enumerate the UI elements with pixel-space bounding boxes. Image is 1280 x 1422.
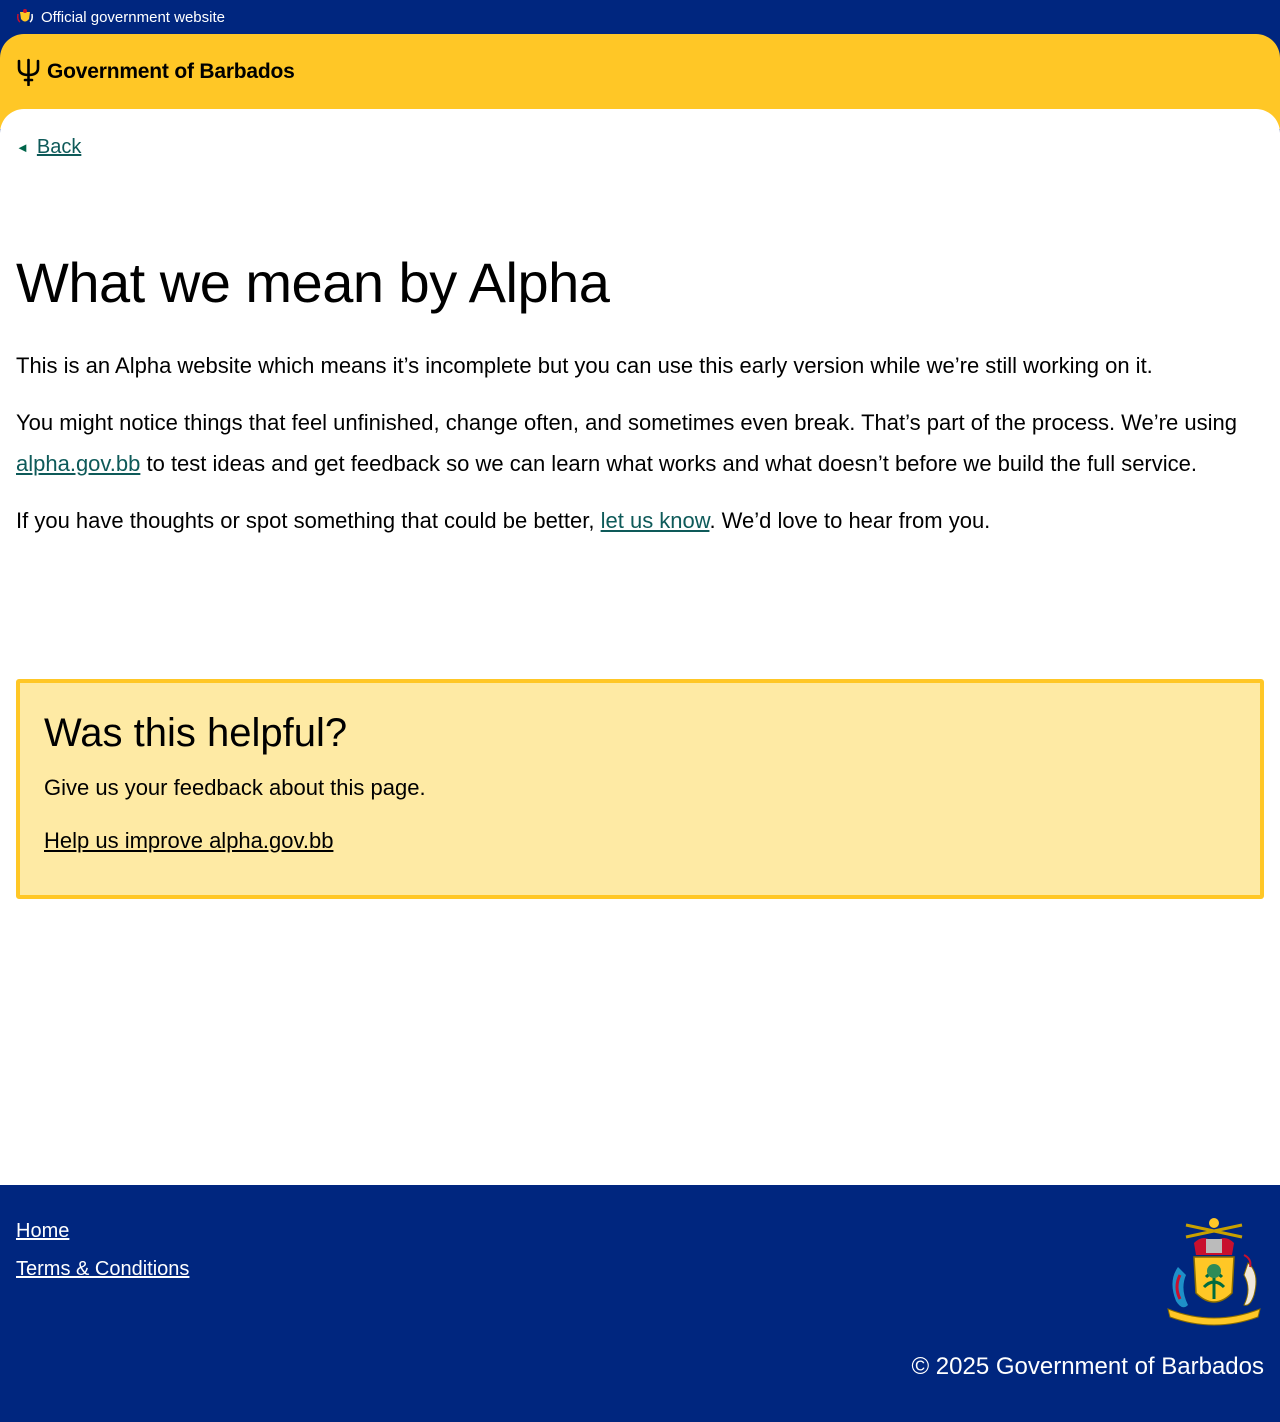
- arrow-left-icon: ◄: [16, 140, 29, 155]
- brand-name: Government of Barbados: [47, 60, 295, 83]
- page-title: What we mean by Alpha: [16, 251, 610, 314]
- feedback-title: Was this helpful?: [44, 711, 348, 755]
- alpha-link[interactable]: alpha.gov.bb: [16, 451, 140, 476]
- main-content: ◄ Back What we mean by Alpha This is an …: [0, 109, 1280, 1185]
- paragraph-process-text-1: You might notice things that feel unfini…: [16, 410, 1237, 435]
- paragraph-contact: If you have thoughts or spot something t…: [16, 500, 1266, 541]
- coat-of-arms-icon: [1167, 1218, 1261, 1326]
- let-us-know-link[interactable]: let us know: [601, 508, 710, 533]
- brand-link[interactable]: Government of Barbados: [16, 58, 295, 86]
- paragraph-contact-text-2: . We’d love to hear from you.: [709, 508, 991, 533]
- paragraph-process: You might notice things that feel unfini…: [16, 402, 1266, 484]
- footer-link-home[interactable]: Home: [16, 1219, 189, 1243]
- crest-icon: [17, 9, 33, 23]
- official-banner: Official government website: [0, 0, 1280, 34]
- feedback-link[interactable]: Help us improve alpha.gov.bb: [44, 828, 333, 853]
- site-footer: Home Terms & Conditions © 2025 Governmen…: [0, 1185, 1280, 1422]
- footer-links: Home Terms & Conditions: [16, 1219, 189, 1295]
- paragraph-intro: This is an Alpha website which means it’…: [16, 353, 1153, 378]
- back-nav: ◄ Back: [16, 136, 81, 159]
- official-banner-text: Official government website: [41, 8, 225, 26]
- feedback-panel: Was this helpful? Give us your feedback …: [16, 679, 1264, 899]
- feedback-text: Give us your feedback about this page.: [44, 775, 426, 800]
- footer-link-terms[interactable]: Terms & Conditions: [16, 1257, 189, 1281]
- back-link[interactable]: Back: [37, 136, 81, 159]
- trident-icon: [17, 58, 40, 86]
- page-body: This is an Alpha website which means it’…: [16, 345, 1266, 557]
- paragraph-process-text-2: to test ideas and get feedback so we can…: [140, 451, 1197, 476]
- copyright: © 2025 Government of Barbados: [911, 1353, 1264, 1380]
- paragraph-contact-text-1: If you have thoughts or spot something t…: [16, 508, 601, 533]
